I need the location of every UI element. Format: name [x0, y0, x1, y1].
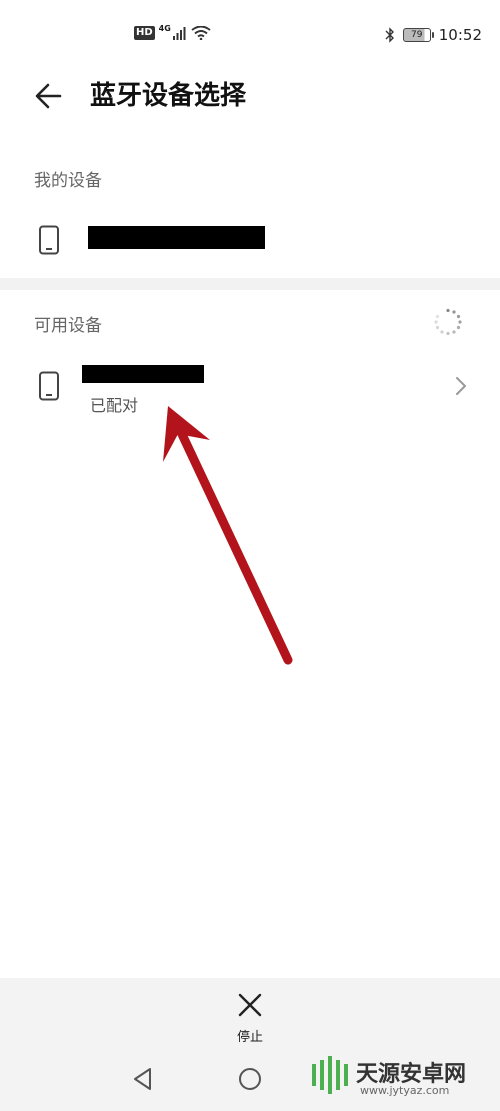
back-button[interactable]: [30, 78, 70, 114]
my-devices-label: 我的设备: [34, 171, 102, 191]
phone-icon: [39, 225, 59, 255]
section-divider: [0, 278, 500, 290]
battery-level: 79: [411, 30, 423, 40]
signal-icon: [172, 27, 186, 40]
title-bar: 蓝牙设备选择: [0, 64, 500, 128]
back-arrow-icon: [35, 83, 62, 109]
clock: 10:52: [438, 26, 482, 44]
status-left: HD 4G: [134, 23, 211, 40]
available-device-row[interactable]: [0, 350, 500, 420]
my-device-row[interactable]: [0, 204, 500, 274]
loading-spinner-icon: [434, 308, 462, 336]
bottom-bar: 停止 天源安卓网 www.jytyaz.com: [0, 978, 500, 1111]
battery-icon: 79: [402, 28, 434, 42]
close-icon: [238, 993, 262, 1017]
available-devices-label: 可用设备: [34, 316, 102, 336]
nav-back-icon[interactable]: [128, 1064, 158, 1094]
nav-home-icon[interactable]: [235, 1064, 265, 1094]
page-title: 蓝牙设备选择: [90, 81, 247, 111]
network-type-label: 4G: [158, 23, 171, 33]
phone-icon: [39, 371, 59, 401]
watermark-logo: 天源安卓网 www.jytyaz.com: [308, 1054, 498, 1104]
stop-label: 停止: [236, 1030, 263, 1045]
device-name-redacted: [88, 226, 265, 249]
device-status: 已配对: [90, 396, 139, 415]
status-right: 79 10:52: [385, 26, 482, 44]
android-logo-icon: [312, 1056, 348, 1094]
bluetooth-icon: [385, 27, 394, 43]
device-name-redacted: [82, 365, 204, 383]
status-bar: HD 4G 79 10:52: [0, 0, 500, 60]
wifi-icon: [191, 26, 211, 40]
stop-button[interactable]: 停止: [220, 990, 280, 1050]
hd-icon: HD: [134, 26, 155, 40]
chevron-right-icon: [456, 377, 466, 395]
